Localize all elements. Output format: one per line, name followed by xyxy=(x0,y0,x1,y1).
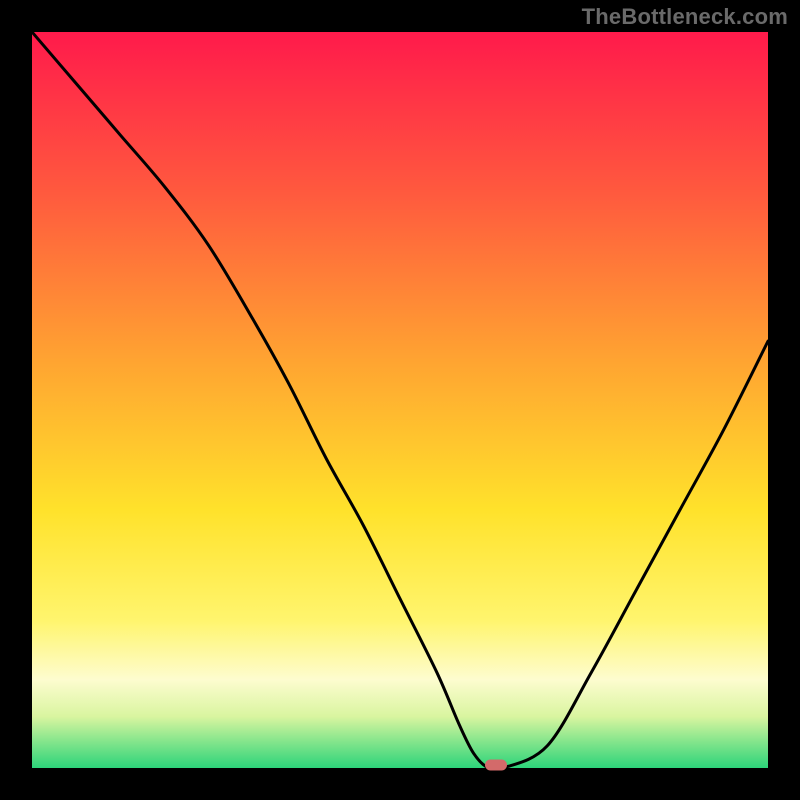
plot-area xyxy=(32,32,768,768)
watermark-text: TheBottleneck.com xyxy=(582,4,788,30)
optimal-marker xyxy=(485,760,507,771)
chart-container: TheBottleneck.com xyxy=(0,0,800,800)
bottleneck-curve xyxy=(32,32,768,768)
